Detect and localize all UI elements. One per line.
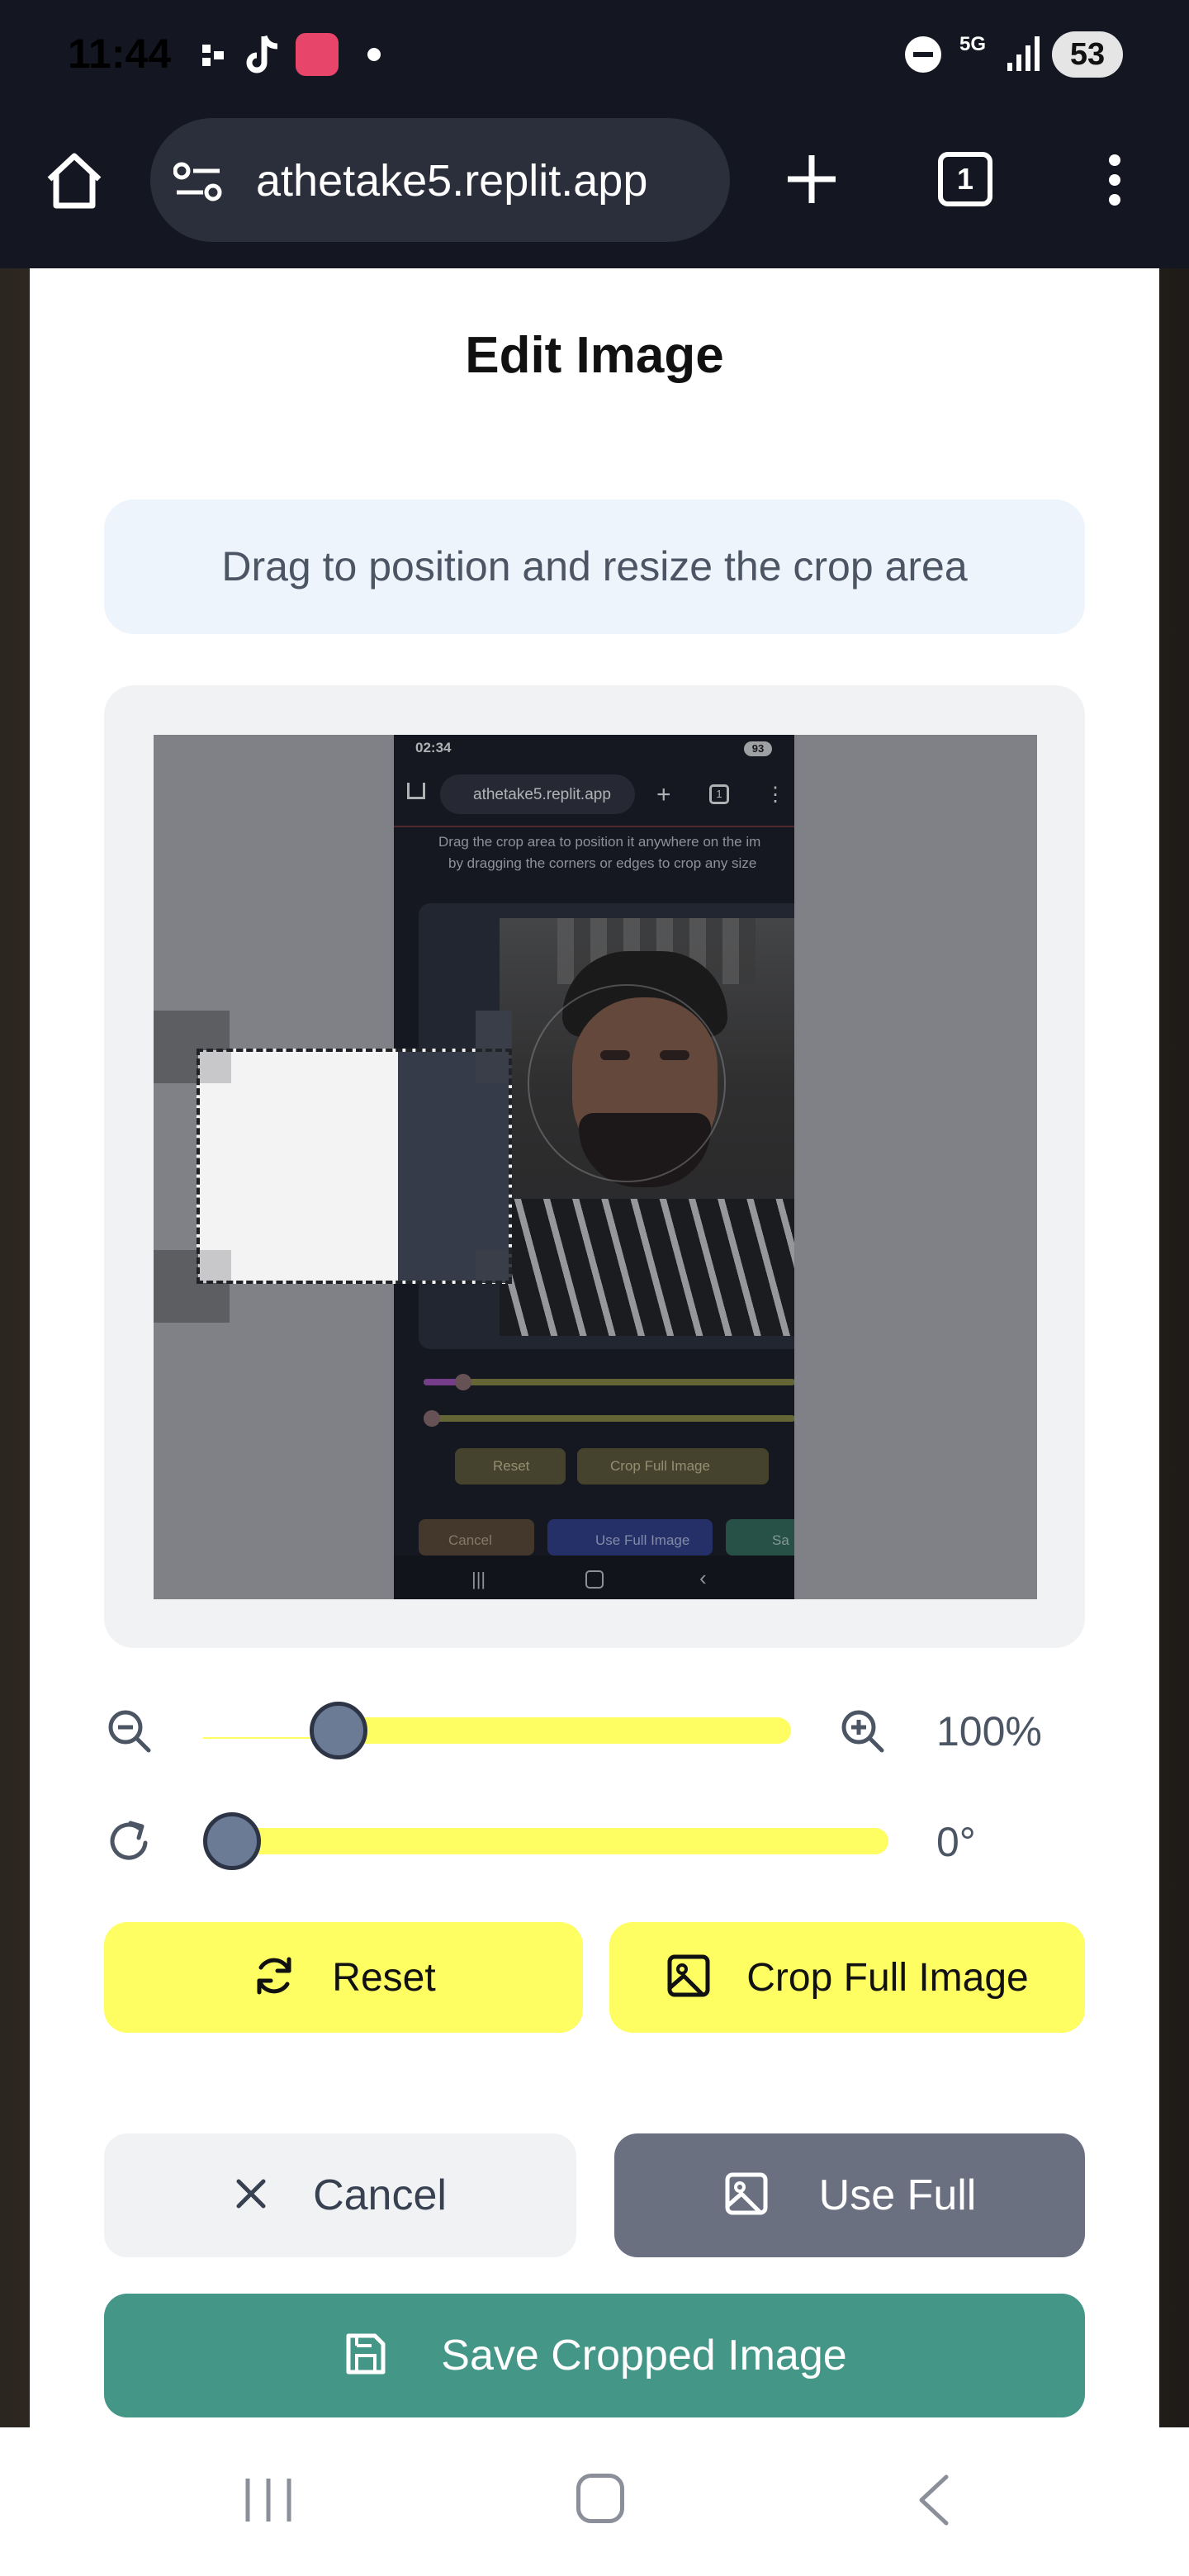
- home-icon[interactable]: [43, 151, 106, 215]
- zoom-slider-thumb[interactable]: [310, 1702, 367, 1759]
- overflow-menu-icon[interactable]: [1106, 154, 1123, 211]
- cancel-label: Cancel: [313, 2171, 447, 2219]
- recents-icon[interactable]: [243, 2477, 294, 2527]
- zoom-slider-track[interactable]: [339, 1717, 791, 1744]
- cast-icon: [202, 41, 227, 75]
- use-full-label: Use Full: [818, 2171, 977, 2219]
- rotate-icon: [106, 1818, 154, 1870]
- zoom-in-icon[interactable]: [839, 1707, 887, 1759]
- network-label: 5G: [959, 33, 987, 55]
- close-icon: [234, 2176, 268, 2215]
- crop-full-image-button[interactable]: Crop Full Image: [609, 1922, 1085, 2033]
- rotation-slider-thumb[interactable]: [203, 1812, 261, 1870]
- zoom-out-icon[interactable]: [106, 1707, 154, 1759]
- crop-full-image-label: Crop Full Image: [746, 1955, 1029, 2000]
- home-nav-icon[interactable]: [576, 2474, 624, 2523]
- new-tab-icon[interactable]: [784, 152, 839, 211]
- tab-count: 1: [956, 162, 974, 196]
- reset-button[interactable]: Reset: [104, 1922, 583, 2033]
- reset-label: Reset: [332, 1955, 436, 2000]
- use-full-button[interactable]: Use Full: [614, 2133, 1085, 2257]
- image-icon: [666, 1953, 712, 2003]
- save-cropped-image-button[interactable]: Save Cropped Image: [104, 2294, 1085, 2417]
- tiktok-icon: [244, 33, 282, 82]
- save-cropped-image-label: Save Cropped Image: [441, 2332, 847, 2379]
- refresh-icon: [251, 1953, 297, 2003]
- app-notification-icon: [296, 33, 339, 76]
- crop-border-dashed: [197, 1049, 512, 1284]
- cancel-button[interactable]: Cancel: [104, 2133, 576, 2257]
- hint-text: Drag to position and resize the crop are…: [221, 543, 968, 590]
- signal-icon: [1007, 35, 1042, 77]
- tab-switcher-button[interactable]: 1: [938, 152, 992, 206]
- battery-level: 53: [1069, 37, 1106, 72]
- rotation-slider-track[interactable]: [206, 1828, 888, 1854]
- image-icon: [723, 2171, 770, 2221]
- site-settings-icon[interactable]: [173, 161, 225, 206]
- url-text[interactable]: athetake5.replit.app: [256, 155, 647, 206]
- zoom-value: 100%: [936, 1708, 1042, 1754]
- status-time: 11:44: [68, 31, 172, 77]
- rotation-value: 0°: [936, 1819, 976, 1865]
- dnd-icon: [905, 36, 941, 73]
- save-icon: [342, 2331, 388, 2381]
- notification-dot-icon: [367, 48, 381, 61]
- battery-badge: 53: [1052, 31, 1123, 78]
- modal-title: Edit Image: [465, 327, 724, 384]
- back-icon[interactable]: [915, 2474, 951, 2531]
